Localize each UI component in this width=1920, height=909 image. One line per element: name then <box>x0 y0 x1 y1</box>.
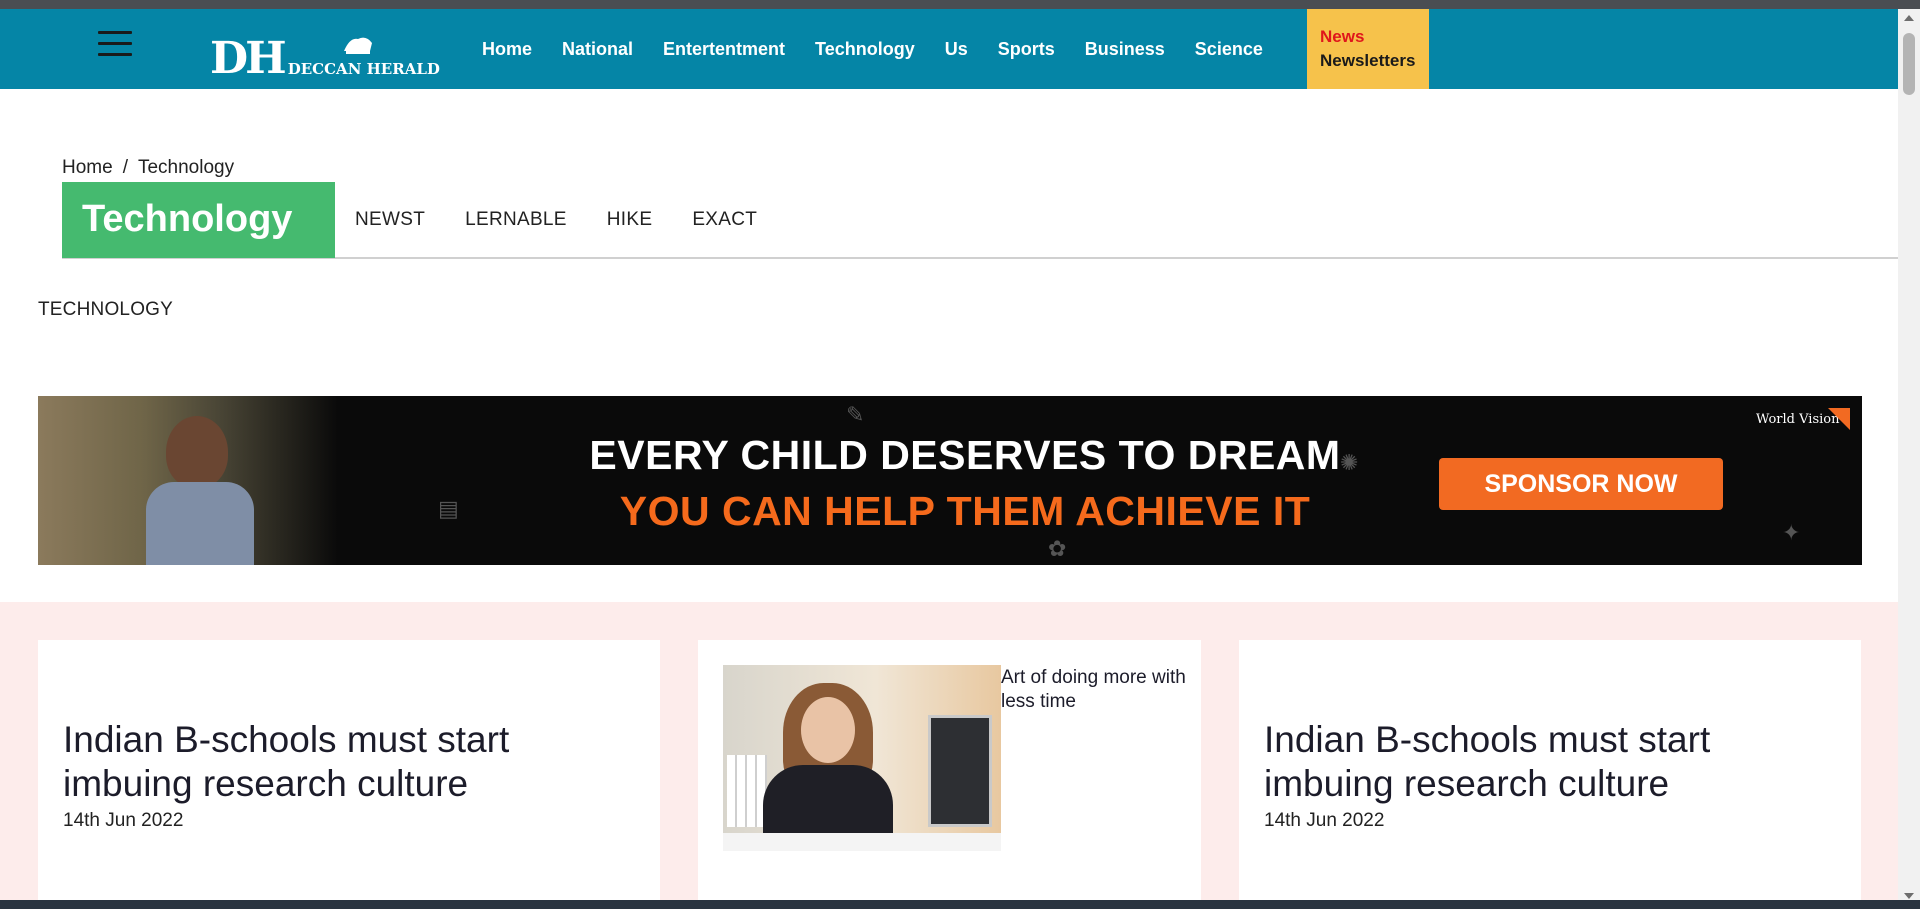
news-label: News <box>1320 27 1365 46</box>
scrollbar-thumb[interactable] <box>1903 33 1915 95</box>
nav-home[interactable]: Home <box>482 39 532 60</box>
section-title: Technology <box>62 182 335 258</box>
site-header: DH DECCAN HERALD Home National Entertent… <box>0 9 1898 89</box>
breadcrumb-separator: / <box>122 157 128 178</box>
subnav-newst[interactable]: NEWST <box>355 209 425 231</box>
nav-sports[interactable]: Sports <box>998 39 1055 60</box>
breadcrumb-current[interactable]: Technology <box>138 157 234 178</box>
hamburger-menu-icon[interactable] <box>98 31 132 59</box>
subnav-lernable[interactable]: LERNABLE <box>465 209 567 231</box>
nav-us[interactable]: Us <box>945 39 968 60</box>
page-scrollbar[interactable] <box>1898 9 1920 909</box>
logo-emblem-icon <box>344 37 372 54</box>
nav-science[interactable]: Science <box>1195 39 1263 60</box>
article-card[interactable]: Art of doing more with less time <box>698 640 1201 900</box>
banner-child-photo <box>38 396 338 565</box>
gear-doodle-icon: ✿ <box>1048 536 1067 561</box>
nav-national[interactable]: National <box>562 39 633 60</box>
site-logo[interactable]: DH DECCAN HERALD <box>210 31 440 81</box>
world-vision-logo: World Vision <box>1756 412 1840 427</box>
main-nav: Home National Entertentment Technology U… <box>482 9 1293 89</box>
article-title[interactable]: Indian B-schools must start imbuing rese… <box>1264 718 1764 806</box>
pencil-doodle-icon: ✎ <box>846 402 865 427</box>
article-cards-area: Indian B-schools must start imbuing rese… <box>0 602 1898 900</box>
article-card[interactable]: Indian B-schools must start imbuing rese… <box>1239 640 1861 900</box>
scroll-down-arrow-icon[interactable] <box>1904 893 1914 899</box>
article-date: 14th Jun 2022 <box>1264 810 1385 831</box>
nav-business[interactable]: Business <box>1085 39 1165 60</box>
bottom-strip <box>0 900 1920 909</box>
section-subnav: NEWST LERNABLE HIKE EXACT <box>355 182 797 258</box>
logo-initials: DH <box>210 33 287 84</box>
section-label: TECHNOLOGY <box>38 299 174 320</box>
nav-entertainment[interactable]: Entertentment <box>663 39 785 60</box>
article-caption[interactable]: Art of doing more with less time <box>1001 666 1191 714</box>
browser-top-strip <box>0 0 1920 9</box>
logo-name: DECCAN HERALD <box>287 60 440 78</box>
article-thumbnail[interactable] <box>723 665 1001 851</box>
article-card[interactable]: Indian B-schools must start imbuing rese… <box>38 640 660 900</box>
subnav-exact[interactable]: EXACT <box>692 209 757 231</box>
section-bar: Technology NEWST LERNABLE HIKE EXACT <box>62 182 1898 259</box>
subnav-hike[interactable]: HIKE <box>607 209 653 231</box>
article-title[interactable]: Indian B-schools must start imbuing rese… <box>63 718 563 806</box>
ad-banner[interactable]: ✎ ▤ ✺ ✿ ✦ EVERY CHILD DESERVES TO DREAM … <box>38 396 1862 565</box>
breadcrumb: Home / Technology <box>62 157 234 179</box>
sponsor-now-button[interactable]: SPONSOR NOW <box>1439 458 1723 510</box>
article-date: 14th Jun 2022 <box>63 810 184 831</box>
news-newsletters-button[interactable]: News Newsletters <box>1307 9 1429 89</box>
world-vision-flag-icon <box>1828 408 1850 430</box>
breadcrumb-home[interactable]: Home <box>62 157 113 178</box>
nav-technology[interactable]: Technology <box>815 39 915 60</box>
scroll-up-arrow-icon[interactable] <box>1904 15 1914 21</box>
newsletters-label: Newsletters <box>1320 51 1416 70</box>
